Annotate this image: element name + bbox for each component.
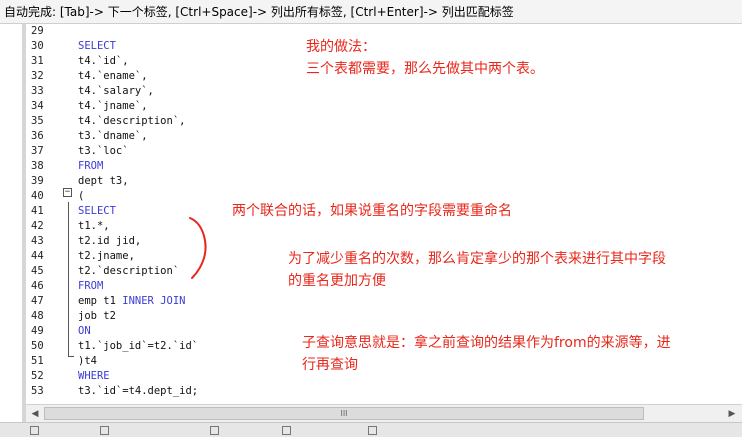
- code-text: )t4: [78, 355, 97, 367]
- line-number: 29: [31, 25, 44, 37]
- line-number: 33: [31, 85, 44, 97]
- code-text: t1.`job_id`=t2.`id`: [78, 340, 199, 352]
- code-text: job t2: [78, 310, 116, 322]
- annotation-rename-fields: 两个联合的话，如果说重名的字段需要重命名: [232, 200, 512, 222]
- fold-collapse-icon[interactable]: −: [63, 188, 72, 197]
- code-line[interactable]: 35 t4.`description`,: [26, 114, 742, 129]
- line-number: 41: [31, 205, 44, 217]
- bottom-tab-5[interactable]: [368, 424, 380, 437]
- code-line[interactable]: 47 emp t1 INNER JOIN: [26, 294, 742, 309]
- sql-keyword: SELECT: [78, 205, 116, 217]
- code-line[interactable]: 43 t2.id jid,: [26, 234, 742, 249]
- tab-icon: [368, 425, 377, 435]
- code-line[interactable]: 38 FROM: [26, 159, 742, 174]
- scroll-left-icon[interactable]: ◀: [29, 408, 41, 420]
- bottom-tab-2[interactable]: [100, 424, 112, 437]
- annotation-line: 三个表都需要，那么先做其中两个表。: [306, 61, 544, 77]
- tab-icon: [30, 425, 39, 435]
- code-line[interactable]: 48 job t2: [26, 309, 742, 324]
- line-number: 37: [31, 145, 44, 157]
- bottom-tab-3[interactable]: [210, 424, 222, 437]
- bottom-tab-strip: [0, 422, 742, 437]
- red-bracket-stroke: [189, 217, 207, 279]
- code-text: t4.`id`,: [78, 55, 129, 67]
- annotation-line: 我的做法：: [306, 39, 376, 55]
- annotation-line: 两个联合的话，如果说重名的字段需要重命名: [232, 203, 512, 219]
- scroll-right-icon[interactable]: ▶: [726, 408, 738, 420]
- sql-keyword: FROM: [78, 280, 104, 292]
- code-line[interactable]: 33 t4.`salary`,: [26, 84, 742, 99]
- annotation-reduce-renames: 为了减少重名的次数，那么肯定拿少的那个表来进行其中字段 的重名更加方便: [288, 248, 666, 292]
- line-number: 39: [31, 175, 44, 187]
- code-text: (: [78, 190, 85, 202]
- horizontal-scrollbar[interactable]: ◀ III ▶: [26, 404, 742, 422]
- fold-guide-end: [68, 356, 74, 357]
- tab-icon: [100, 425, 109, 435]
- line-number: 46: [31, 280, 44, 292]
- line-number: 48: [31, 310, 44, 322]
- code-line[interactable]: 39 dept t3,: [26, 174, 742, 189]
- code-text: t3.`loc`: [78, 145, 129, 157]
- annotation-line: 子查询意思就是：拿之前查询的结果作为from的来源等，进: [302, 335, 671, 351]
- code-text: t2.jname,: [78, 250, 135, 262]
- bottom-tab-1[interactable]: [30, 424, 42, 437]
- code-text: t4.`description`,: [78, 115, 186, 127]
- code-text: t4.`ename`,: [78, 70, 148, 82]
- autocomplete-hint-bar: 自动完成: [Tab]-> 下一个标签, [Ctrl+Space]-> 列出所有…: [0, 0, 742, 24]
- annotation-my-approach: 我的做法： 三个表都需要，那么先做其中两个表。: [306, 36, 544, 80]
- annotation-line: 行再查询: [302, 357, 358, 373]
- tab-icon: [282, 425, 291, 435]
- line-number: 30: [31, 40, 44, 52]
- code-text: t4.`salary`,: [78, 85, 154, 97]
- line-number: 47: [31, 295, 44, 307]
- annotation-line: 的重名更加方便: [288, 273, 386, 289]
- line-number: 32: [31, 70, 44, 82]
- sql-keyword: SELECT: [78, 40, 116, 52]
- left-panel-edge: [0, 24, 26, 437]
- code-line[interactable]: 53 t3.`id`=t4.dept_id;: [26, 384, 742, 399]
- code-text: t3.`id`=t4.dept_id;: [78, 385, 199, 397]
- scrollbar-grip: III: [340, 409, 348, 418]
- sql-editor[interactable]: 29 30 SELECT 31 t4.`id`, 32 t4.`ename`, 33 t4.`s…: [26, 24, 742, 404]
- code-text: dept t3,: [78, 175, 129, 187]
- bottom-tab-4[interactable]: [282, 424, 294, 437]
- line-number: 45: [31, 265, 44, 277]
- code-text: t2.id jid,: [78, 235, 142, 247]
- sql-keyword: WHERE: [78, 370, 110, 382]
- code-text: t2.`description`: [78, 265, 180, 277]
- code-text: emp t1 INNER JOIN: [78, 294, 185, 309]
- line-number: 31: [31, 55, 44, 67]
- code-line[interactable]: 37 t3.`loc`: [26, 144, 742, 159]
- code-token: emp t1: [78, 295, 123, 307]
- fold-guide-line: [68, 202, 69, 357]
- line-number: 51: [31, 355, 44, 367]
- line-number: 52: [31, 370, 44, 382]
- line-number: 34: [31, 100, 44, 112]
- line-number: 43: [31, 235, 44, 247]
- sql-keyword: FROM: [78, 160, 104, 172]
- line-number: 36: [31, 130, 44, 142]
- line-number: 38: [31, 160, 44, 172]
- line-number: 50: [31, 340, 44, 352]
- annotation-subquery-meaning: 子查询意思就是：拿之前查询的结果作为from的来源等，进 行再查询: [302, 332, 671, 376]
- line-number: 40: [31, 190, 44, 202]
- line-number: 42: [31, 220, 44, 232]
- tab-icon: [210, 425, 219, 435]
- annotation-line: 为了减少重名的次数，那么肯定拿少的那个表来进行其中字段: [288, 251, 666, 267]
- sql-keyword: ON: [78, 325, 91, 337]
- line-number: 49: [31, 325, 44, 337]
- line-number: 35: [31, 115, 44, 127]
- scrollbar-thumb[interactable]: III: [44, 407, 644, 420]
- code-text: t3.`dname`,: [78, 130, 148, 142]
- line-number: 53: [31, 385, 44, 397]
- line-number: 44: [31, 250, 44, 262]
- code-line[interactable]: 34 t4.`jname`,: [26, 99, 742, 114]
- code-line[interactable]: 36 t3.`dname`,: [26, 129, 742, 144]
- code-text: t1.*,: [78, 220, 110, 232]
- sql-keyword: INNER JOIN: [122, 295, 186, 307]
- code-text: t4.`jname`,: [78, 100, 148, 112]
